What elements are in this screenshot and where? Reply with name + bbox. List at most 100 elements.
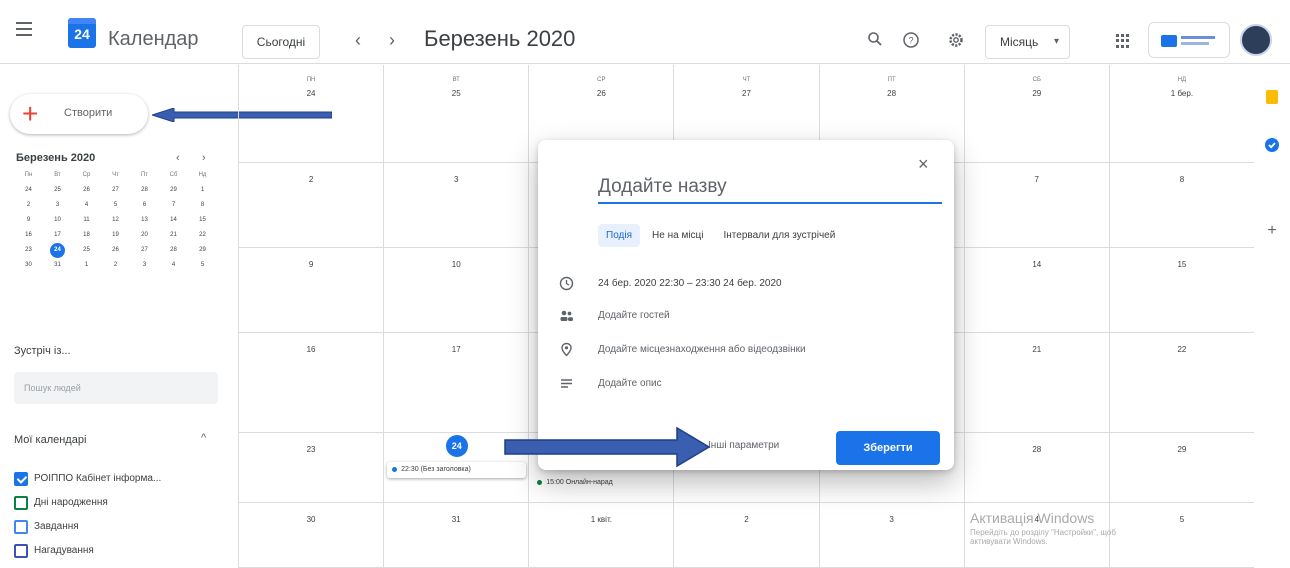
today-button[interactable]: Сьогодні (242, 25, 320, 59)
mini-day[interactable]: 18 (72, 228, 101, 243)
mini-day[interactable]: 5 (188, 258, 217, 273)
mini-day[interactable]: 14 (159, 213, 188, 228)
mini-day[interactable]: 27 (101, 183, 130, 198)
people-search-input[interactable]: Пошук людей (14, 372, 218, 404)
day-cell[interactable]: 23 (238, 433, 384, 503)
day-cell[interactable]: 28 (963, 433, 1109, 503)
next-period-icon[interactable]: › (389, 30, 395, 51)
location-row[interactable]: Додайте місцезнаходження або відеодзвінк… (558, 342, 938, 362)
description-row[interactable]: Додайте опис (558, 376, 938, 396)
mini-day[interactable]: 19 (101, 228, 130, 243)
event-chip[interactable]: 15:00 Онлайн-нарад (532, 475, 670, 491)
close-icon[interactable]: × (918, 154, 929, 175)
day-cell[interactable]: 15 (1108, 248, 1254, 333)
mini-day[interactable]: 22 (188, 228, 217, 243)
mini-day[interactable]: 4 (159, 258, 188, 273)
mini-day[interactable]: 3 (130, 258, 159, 273)
save-button[interactable]: Зберегти (836, 431, 940, 465)
calendar-item[interactable]: РОІППО Кабінет інформа... (14, 472, 161, 488)
calendar-item[interactable]: Нагадування (14, 544, 94, 560)
day-cell[interactable]: 22 (1108, 333, 1254, 433)
mini-day[interactable]: 28 (159, 243, 188, 258)
more-options-button[interactable]: Інші параметри (708, 440, 779, 451)
event-title-input[interactable]: Додайте назву (598, 176, 942, 204)
mini-prev-icon[interactable]: ‹ (176, 152, 180, 164)
mini-day[interactable]: 28 (130, 183, 159, 198)
day-cell[interactable]: 8 (1108, 163, 1254, 248)
mini-day[interactable]: 24 (14, 183, 43, 198)
calendar-checkbox[interactable] (14, 496, 28, 510)
main-menu-icon[interactable] (16, 22, 32, 36)
mini-day[interactable]: 1 (188, 183, 217, 198)
day-cell[interactable]: 3 (818, 503, 964, 568)
calendar-checkbox[interactable] (14, 544, 28, 558)
day-cell[interactable]: 7 (963, 163, 1109, 248)
account-avatar[interactable] (1240, 24, 1272, 56)
day-cell[interactable]: 16 (238, 333, 384, 433)
mini-day[interactable]: 26 (72, 183, 101, 198)
day-cell[interactable]: ВТ 25 (383, 65, 529, 163)
keep-notes-icon[interactable] (1264, 89, 1280, 105)
event-datetime[interactable]: 24 бер. 2020 22:30 – 23:30 24 бер. 2020 (598, 278, 782, 289)
calendar-checkbox[interactable] (14, 472, 28, 486)
add-guests-field[interactable]: Додайте гостей (598, 310, 670, 321)
mini-day[interactable]: 5 (101, 198, 130, 213)
tasks-icon[interactable] (1264, 137, 1280, 153)
day-cell[interactable]: СБ 29 (963, 65, 1109, 163)
calendar-item[interactable]: Завдання (14, 520, 79, 536)
calendar-item[interactable]: Дні народження (14, 496, 108, 512)
mini-day[interactable]: 2 (14, 198, 43, 213)
mini-day[interactable]: 20 (130, 228, 159, 243)
day-cell[interactable]: 17 (383, 333, 529, 433)
chevron-up-icon[interactable]: ^ (201, 432, 206, 444)
mini-day[interactable]: 2 (101, 258, 130, 273)
mini-day[interactable]: 15 (188, 213, 217, 228)
day-cell[interactable]: 3 (383, 163, 529, 248)
mini-day[interactable]: 6 (130, 198, 159, 213)
organization-logo[interactable] (1148, 22, 1230, 58)
tab-out-of-office[interactable]: Не на місці (644, 224, 711, 247)
datetime-row[interactable]: 24 бер. 2020 22:30 – 23:30 24 бер. 2020 (558, 276, 938, 296)
tab-appointment-slots[interactable]: Інтервали для зустрічей (716, 224, 844, 247)
day-cell[interactable]: 21 (963, 333, 1109, 433)
mini-day[interactable]: 3 (43, 198, 72, 213)
day-cell[interactable]: 31 (383, 503, 529, 568)
mini-day[interactable]: 16 (14, 228, 43, 243)
mini-day[interactable]: 25 (72, 243, 101, 258)
mini-day-selected[interactable]: 24 (43, 243, 72, 258)
mini-day[interactable]: 30 (14, 258, 43, 273)
day-cell[interactable]: 2 (673, 503, 819, 568)
day-cell[interactable]: 1 квіт. (528, 503, 674, 568)
add-addon-plus-icon[interactable]: + (1264, 223, 1280, 239)
day-cell[interactable]: 9 (238, 248, 384, 333)
mini-day[interactable]: 7 (159, 198, 188, 213)
mini-day[interactable]: 10 (43, 213, 72, 228)
calendar-checkbox[interactable] (14, 520, 28, 534)
mini-day[interactable]: 4 (72, 198, 101, 213)
mini-next-icon[interactable]: › (202, 152, 206, 164)
today-day-number[interactable]: 24 (445, 435, 468, 457)
day-cell[interactable]: 10 (383, 248, 529, 333)
day-cell[interactable]: 30 (238, 503, 384, 568)
mini-day[interactable]: 9 (14, 213, 43, 228)
help-icon[interactable]: ? (900, 31, 922, 53)
google-apps-icon[interactable] (1116, 34, 1130, 48)
create-button[interactable]: + Створити (10, 94, 148, 134)
mini-day[interactable]: 8 (188, 198, 217, 213)
mini-day[interactable]: 21 (159, 228, 188, 243)
add-location-field[interactable]: Додайте місцезнаходження або відеодзвінк… (598, 344, 806, 355)
day-cell[interactable]: 5 (1108, 503, 1254, 568)
mini-day[interactable]: 13 (130, 213, 159, 228)
mini-day[interactable]: 17 (43, 228, 72, 243)
mini-day[interactable]: 12 (101, 213, 130, 228)
mini-day[interactable]: 11 (72, 213, 101, 228)
settings-gear-icon[interactable] (945, 31, 967, 53)
search-icon[interactable] (864, 31, 886, 53)
day-cell[interactable]: 29 (1108, 433, 1254, 503)
mini-day[interactable]: 1 (72, 258, 101, 273)
mini-day[interactable]: 29 (159, 183, 188, 198)
day-cell[interactable]: 14 (963, 248, 1109, 333)
day-cell[interactable]: НД 1 бер. (1108, 65, 1254, 163)
mini-day[interactable]: 27 (130, 243, 159, 258)
mini-day[interactable]: 23 (14, 243, 43, 258)
